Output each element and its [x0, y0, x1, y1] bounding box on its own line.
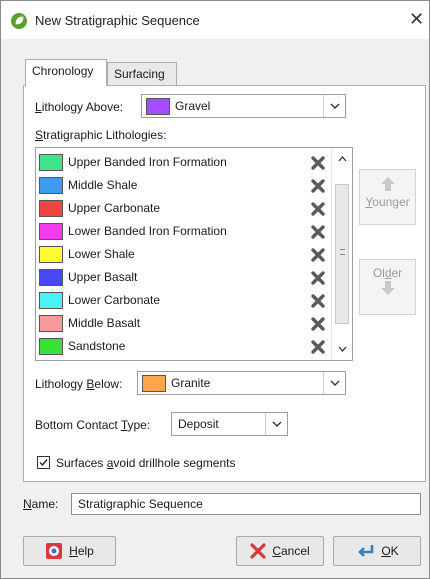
- chevron-down-icon[interactable]: [323, 95, 345, 117]
- avoid-drillhole-checkbox[interactable]: [37, 456, 50, 469]
- help-label: Help: [69, 544, 94, 558]
- remove-icon[interactable]: [310, 178, 326, 194]
- help-button[interactable]: Help: [23, 536, 116, 566]
- list-item[interactable]: Sandstone: [36, 335, 332, 358]
- list-scrollbar[interactable]: [331, 148, 352, 360]
- tab-chronology-label: Chronology: [32, 64, 94, 78]
- app-leaf-icon: [11, 13, 27, 29]
- lithology-name: Upper Carbonate: [68, 201, 161, 215]
- avoid-drillhole-label[interactable]: Surfaces avoid drillhole segments: [56, 456, 235, 470]
- lithology-above-value: Gravel: [175, 99, 211, 113]
- lithology-below-combo[interactable]: Granite: [137, 371, 346, 395]
- lithology-name: Upper Basalt: [68, 270, 138, 284]
- chevron-down-icon[interactable]: [265, 413, 287, 435]
- lithology-swatch: [39, 292, 63, 309]
- lithology-swatch: [39, 246, 63, 263]
- lithology-swatch: [39, 338, 63, 355]
- lithology-name: Upper Banded Iron Formation: [68, 155, 227, 169]
- lithology-swatch: [39, 154, 63, 171]
- list-item[interactable]: Lower Shale: [36, 243, 332, 266]
- younger-label: Younger: [365, 195, 410, 209]
- lifebuoy-icon: [45, 542, 63, 560]
- lithology-above-swatch: [146, 97, 170, 115]
- lithology-name: Lower Shale: [68, 247, 135, 261]
- list-item[interactable]: Lower Banded Iron Formation: [36, 220, 332, 243]
- lithology-name: Lower Banded Iron Formation: [68, 224, 227, 238]
- lithology-name: Lower Carbonate: [68, 293, 161, 307]
- tab-surfacing-label: Surfacing: [114, 67, 165, 81]
- lithology-swatch: [39, 200, 63, 217]
- remove-icon[interactable]: [310, 201, 326, 217]
- cancel-label: Cancel: [272, 544, 310, 558]
- cancel-x-icon: [250, 543, 266, 559]
- checkmark-icon: [39, 459, 48, 467]
- title-bar: New Stratigraphic Sequence ✕: [1, 1, 429, 39]
- ok-label: OK: [381, 544, 399, 558]
- lithology-swatch: [39, 223, 63, 240]
- dialog-window: New Stratigraphic Sequence ✕ Chronology …: [0, 0, 430, 579]
- remove-icon[interactable]: [310, 316, 326, 332]
- lithology-below-label: Lithology Below:: [35, 377, 123, 391]
- tab-surfacing[interactable]: Surfacing: [107, 62, 177, 86]
- cancel-button[interactable]: Cancel: [236, 536, 324, 566]
- older-label: Older: [372, 266, 403, 280]
- remove-icon[interactable]: [310, 270, 326, 286]
- lithology-list[interactable]: Upper Banded Iron Formation Middle Shale U…: [35, 147, 353, 361]
- lithology-below-value: Granite: [171, 376, 211, 390]
- close-icon[interactable]: ✕: [409, 10, 424, 28]
- ok-button[interactable]: OK: [333, 536, 421, 566]
- bottom-contact-label: Bottom Contact Type:: [35, 418, 151, 432]
- list-item[interactable]: Lower Carbonate: [36, 289, 332, 312]
- bottom-contact-combo[interactable]: Deposit: [171, 412, 288, 436]
- strat-lithologies-label: Stratigraphic Lithologies:: [35, 128, 167, 142]
- lithology-swatch: [39, 315, 63, 332]
- arrow-down-icon: [380, 281, 395, 295]
- lithology-name: Middle Shale: [68, 178, 138, 192]
- younger-button[interactable]: Younger: [359, 169, 416, 225]
- list-item[interactable]: Upper Banded Iron Formation: [36, 151, 332, 174]
- remove-icon[interactable]: [310, 155, 326, 171]
- enter-arrow-icon: [355, 543, 375, 559]
- remove-icon[interactable]: [310, 224, 326, 240]
- list-item[interactable]: Middle Shale: [36, 174, 332, 197]
- scroll-thumb[interactable]: [335, 184, 349, 324]
- list-item[interactable]: Upper Basalt: [36, 266, 332, 289]
- remove-icon[interactable]: [310, 247, 326, 263]
- list-item[interactable]: Upper Carbonate: [36, 197, 332, 220]
- lithology-above-combo[interactable]: Gravel: [141, 94, 346, 118]
- remove-icon[interactable]: [310, 339, 326, 355]
- chevron-down-icon[interactable]: [323, 372, 345, 394]
- tab-chronology[interactable]: Chronology: [25, 59, 107, 86]
- window-title: New Stratigraphic Sequence: [35, 13, 200, 28]
- lithology-swatch: [39, 269, 63, 286]
- arrow-up-icon: [380, 177, 395, 191]
- scroll-up-icon[interactable]: [338, 156, 347, 162]
- lithology-name: Sandstone: [68, 339, 126, 353]
- older-button[interactable]: Older: [359, 259, 416, 315]
- list-item[interactable]: Middle Basalt: [36, 312, 332, 335]
- name-label: Name:: [23, 497, 59, 511]
- lithology-below-swatch: [142, 374, 166, 392]
- lithology-name: Middle Basalt: [68, 316, 141, 330]
- lithology-swatch: [39, 177, 63, 194]
- remove-icon[interactable]: [310, 293, 326, 309]
- scroll-down-icon[interactable]: [338, 346, 347, 352]
- name-input[interactable]: Stratigraphic Sequence: [71, 493, 421, 515]
- bottom-contact-value: Deposit: [178, 417, 219, 431]
- lithology-above-label: Lithology Above:: [35, 100, 124, 114]
